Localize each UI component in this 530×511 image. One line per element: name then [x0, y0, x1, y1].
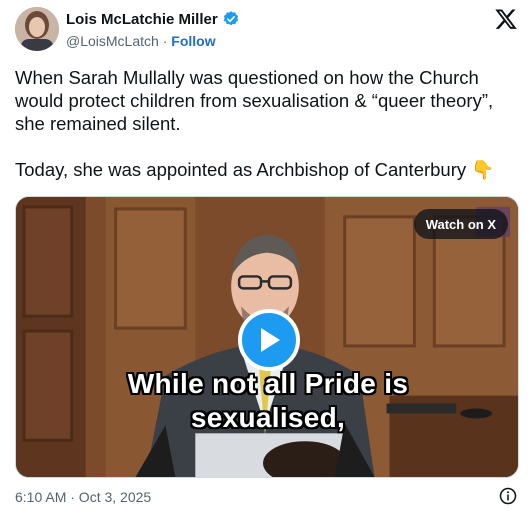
avatar-image [15, 7, 59, 51]
video-player[interactable]: Watch on X While not all Pride is sexual… [15, 196, 519, 478]
tweet-text-line2: Today, she was appointed as Archbishop o… [15, 159, 495, 180]
follow-button[interactable]: Follow [171, 33, 215, 49]
info-icon[interactable] [499, 487, 517, 505]
avatar[interactable] [15, 7, 59, 51]
tweet-card: Lois McLatchie Miller @LoisMcLatch · Fol… [0, 0, 530, 511]
tweet-text-line1: When Sarah Mullally was questioned on ho… [15, 67, 494, 134]
play-icon [261, 328, 280, 352]
play-button[interactable] [238, 309, 300, 371]
tweet-text: When Sarah Mullally was questioned on ho… [15, 66, 520, 181]
author-name-text[interactable]: Lois McLatchie Miller [66, 11, 218, 28]
handle-row: @LoisMcLatch · Follow [66, 33, 216, 49]
watch-on-x-button[interactable]: Watch on X [413, 209, 508, 239]
author-name[interactable]: Lois McLatchie Miller [66, 10, 240, 28]
verified-badge-icon [223, 11, 238, 26]
video-caption-line2: sexualised, [190, 402, 346, 433]
video-caption-line1: While not all Pride is [127, 368, 409, 399]
author-handle[interactable]: @LoisMcLatch [66, 33, 159, 49]
tweet-timestamp[interactable]: 6:10 AM · Oct 3, 2025 [15, 489, 151, 505]
x-logo-icon[interactable] [494, 7, 518, 31]
separator-dot: · [162, 33, 168, 49]
